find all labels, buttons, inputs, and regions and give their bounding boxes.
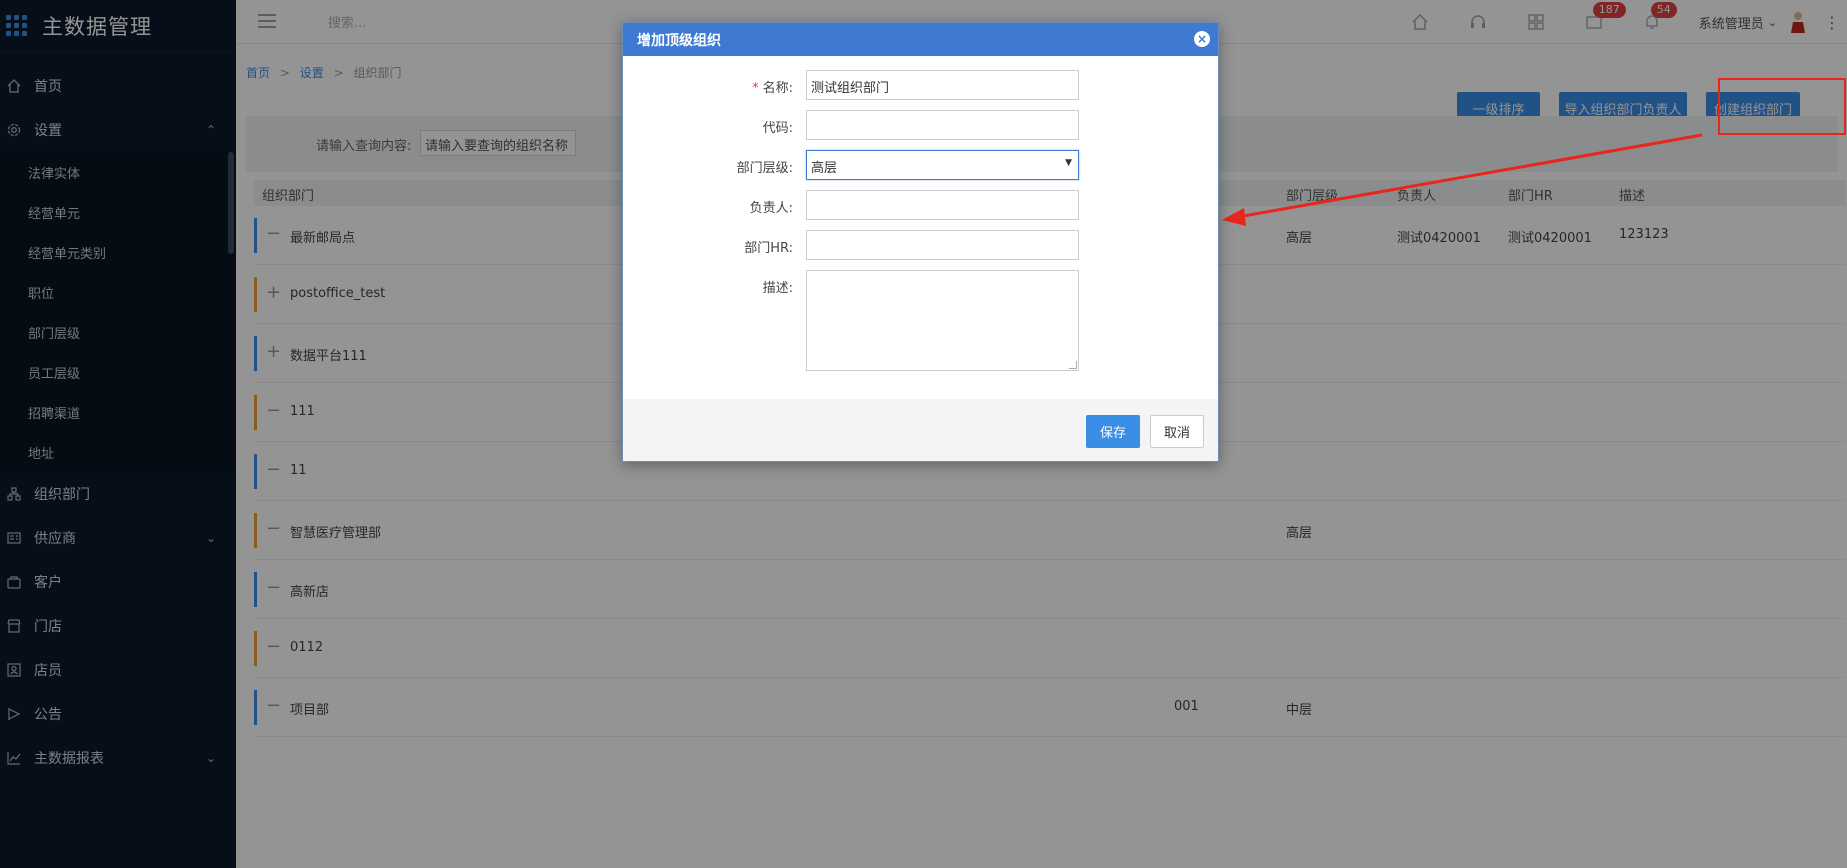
dialog-body: * 名称: 测试组织部门 代码: 部门层级: 高层 ▼ 负责人: 部门HR: 描述… [623,56,1218,399]
dropdown-arrow-icon: ▼ [1065,158,1072,168]
hr-input[interactable] [806,230,1079,260]
code-label: 代码: [762,121,793,136]
desc-label: 描述: [762,281,793,296]
desc-textarea[interactable] [806,270,1079,371]
cancel-button[interactable]: 取消 [1150,415,1204,448]
code-input[interactable] [806,110,1079,140]
owner-label: 负责人: [749,201,793,216]
close-icon[interactable]: × [1194,31,1210,47]
dialog-footer: 保存 取消 [623,399,1218,461]
owner-input[interactable] [806,190,1079,220]
level-label: 部门层级: [736,161,793,176]
save-button[interactable]: 保存 [1086,415,1140,448]
hr-label: 部门HR: [744,241,793,256]
resize-handle-icon[interactable] [1069,361,1077,369]
annotation-highlight-box [1718,78,1846,135]
name-label: * 名称: [673,77,793,96]
level-select[interactable]: 高层 ▼ [806,150,1079,180]
name-input[interactable]: 测试组织部门 [806,70,1079,100]
add-top-org-dialog: 增加顶级组织 × * 名称: 测试组织部门 代码: 部门层级: 高层 ▼ 负责人:… [622,22,1219,462]
required-mark: * [752,81,759,96]
dialog-header: 增加顶级组织 × [623,23,1218,56]
dialog-title: 增加顶级组织 [637,32,721,49]
name-label-text: 名称: [762,81,793,96]
level-select-value: 高层 [811,161,838,176]
